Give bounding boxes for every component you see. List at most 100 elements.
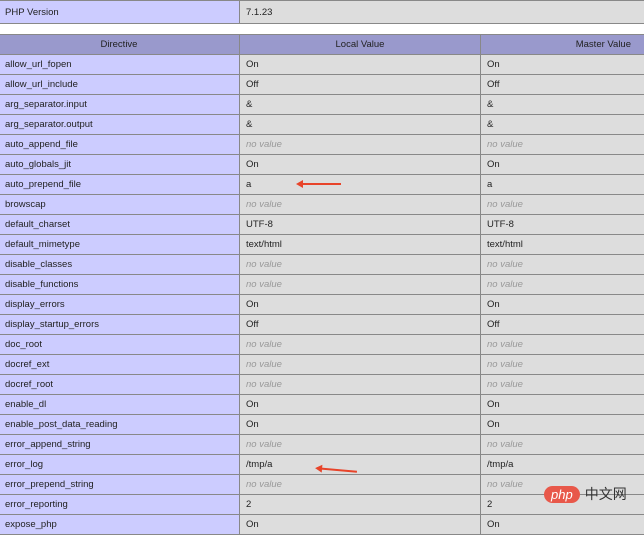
arrow-icon — [298, 183, 341, 185]
local-value: no value — [240, 335, 481, 355]
php-version-value: 7.1.23 — [240, 1, 644, 24]
local-value: On — [240, 515, 481, 535]
master-value: text/html — [481, 235, 644, 255]
directive-name: auto_globals_jit — [0, 155, 240, 175]
directive-name: allow_url_include — [0, 75, 240, 95]
watermark-text: 中文网 — [585, 484, 627, 504]
local-value: no value — [240, 255, 481, 275]
local-value: Off — [240, 315, 481, 335]
table-row: default_charsetUTF-8UTF-8 — [0, 215, 644, 235]
local-value: no value — [240, 355, 481, 375]
directive-name: auto_append_file — [0, 135, 240, 155]
local-value: no value — [240, 135, 481, 155]
directive-name: docref_root — [0, 375, 240, 395]
table-row: enable_post_data_readingOnOn — [0, 415, 644, 435]
directive-name: error_log — [0, 455, 240, 475]
directive-name: auto_prepend_file — [0, 175, 240, 195]
master-value: On — [481, 515, 644, 535]
master-value-header: Master Value — [481, 35, 644, 55]
directive-name: enable_post_data_reading — [0, 415, 240, 435]
table-row: docref_rootno valueno value — [0, 375, 644, 395]
directive-name: error_prepend_string — [0, 475, 240, 495]
watermark: php 中文网 — [544, 484, 627, 504]
master-value: Off — [481, 75, 644, 95]
table-row: docref_extno valueno value — [0, 355, 644, 375]
local-value: no value — [240, 435, 481, 455]
watermark-logo: php — [544, 486, 580, 503]
master-value: Off — [481, 315, 644, 335]
local-value: text/html — [240, 235, 481, 255]
master-value: a — [481, 175, 644, 195]
master-value: no value — [481, 435, 644, 455]
table-row: doc_rootno valueno value — [0, 335, 644, 355]
master-value: no value — [481, 275, 644, 295]
directive-table: Directive Local Value Master Value allow… — [0, 34, 644, 535]
local-value: & — [240, 115, 481, 135]
directive-name: default_charset — [0, 215, 240, 235]
local-value: 2 — [240, 495, 481, 515]
table-row: display_errorsOnOn — [0, 295, 644, 315]
table-row: error_append_stringno valueno value — [0, 435, 644, 455]
table-row: arg_separator.input&& — [0, 95, 644, 115]
local-value: no value — [240, 195, 481, 215]
directive-name: arg_separator.output — [0, 115, 240, 135]
local-value: On — [240, 395, 481, 415]
table-row: expose_phpOnOn — [0, 515, 644, 535]
local-value: On — [240, 155, 481, 175]
master-value: no value — [481, 355, 644, 375]
master-value: no value — [481, 335, 644, 355]
table-row: browscapno valueno value — [0, 195, 644, 215]
directive-name: display_startup_errors — [0, 315, 240, 335]
directive-name: error_reporting — [0, 495, 240, 515]
directive-name: display_errors — [0, 295, 240, 315]
master-value: On — [481, 395, 644, 415]
directive-name: error_append_string — [0, 435, 240, 455]
master-value: UTF-8 — [481, 215, 644, 235]
directive-name: docref_ext — [0, 355, 240, 375]
table-row: allow_url_fopenOnOn — [0, 55, 644, 75]
local-value: & — [240, 95, 481, 115]
local-value: no value — [240, 275, 481, 295]
master-value: no value — [481, 375, 644, 395]
table-row: disable_functionsno valueno value — [0, 275, 644, 295]
table-row: default_mimetypetext/htmltext/html — [0, 235, 644, 255]
table-row: allow_url_includeOffOff — [0, 75, 644, 95]
master-value: & — [481, 95, 644, 115]
local-value: UTF-8 — [240, 215, 481, 235]
table-row: enable_dlOnOn — [0, 395, 644, 415]
directive-name: disable_classes — [0, 255, 240, 275]
master-value: no value — [481, 135, 644, 155]
master-value: On — [481, 55, 644, 75]
local-value: On — [240, 55, 481, 75]
master-value: /tmp/a — [481, 455, 644, 475]
master-value: no value — [481, 195, 644, 215]
directive-header: Directive — [0, 35, 240, 55]
local-value: Off — [240, 75, 481, 95]
master-value: On — [481, 155, 644, 175]
master-value: & — [481, 115, 644, 135]
local-value: a — [240, 175, 481, 195]
php-version-table: PHP Version 7.1.23 — [0, 0, 644, 24]
table-row: arg_separator.output&& — [0, 115, 644, 135]
local-value: no value — [240, 375, 481, 395]
local-value: On — [240, 295, 481, 315]
master-value: On — [481, 295, 644, 315]
table-row: display_startup_errorsOffOff — [0, 315, 644, 335]
directive-name: doc_root — [0, 335, 240, 355]
table-row: auto_append_fileno valueno value — [0, 135, 644, 155]
directive-name: browscap — [0, 195, 240, 215]
directive-name: allow_url_fopen — [0, 55, 240, 75]
directive-name: expose_php — [0, 515, 240, 535]
local-value: no value — [240, 475, 481, 495]
directive-name: enable_dl — [0, 395, 240, 415]
directive-name: default_mimetype — [0, 235, 240, 255]
local-value: /tmp/a — [240, 455, 481, 475]
directive-name: arg_separator.input — [0, 95, 240, 115]
local-value-header: Local Value — [240, 35, 481, 55]
table-row: auto_globals_jitOnOn — [0, 155, 644, 175]
directive-name: disable_functions — [0, 275, 240, 295]
php-version-label: PHP Version — [0, 1, 240, 24]
table-row: disable_classesno valueno value — [0, 255, 644, 275]
local-value: On — [240, 415, 481, 435]
master-value: no value — [481, 255, 644, 275]
